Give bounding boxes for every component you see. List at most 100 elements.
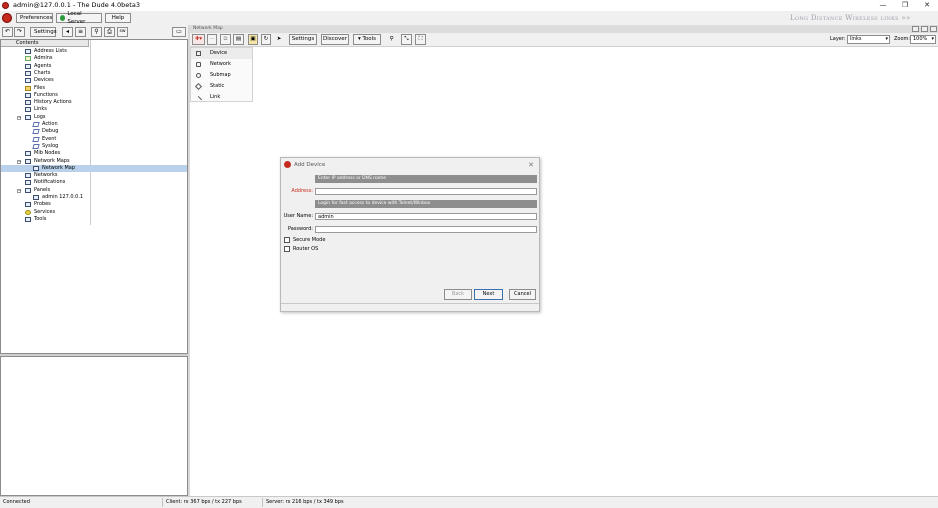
address-input[interactable] [315, 188, 537, 195]
status-separator [162, 498, 163, 507]
close-window-button[interactable]: ✕ [916, 0, 938, 11]
pointer-icon[interactable]: ➤ [274, 34, 284, 45]
tree-item-label: admin 127.0.0.1 [42, 194, 84, 200]
add-menu: Device Network Submap Static Link [190, 47, 253, 104]
tree-item-label: Devices [34, 77, 54, 84]
tree-item-charts[interactable]: Charts [1, 70, 187, 77]
discover-button[interactable]: Discover [321, 34, 349, 45]
router-os-box[interactable] [284, 246, 290, 252]
local-server-button[interactable]: Local Server [56, 11, 102, 25]
list-icon [25, 63, 31, 69]
tree-item-admins[interactable]: Admins [1, 55, 187, 62]
address-hint: Enter IP address or DNS name [315, 175, 537, 183]
add-device-item[interactable]: Device [191, 48, 252, 59]
list-view-icon[interactable]: ≡ [75, 27, 86, 37]
paste-icon[interactable]: ▤ [233, 34, 244, 45]
binoculars-icon[interactable]: ⚲ [91, 27, 102, 37]
tree-item-label: Network Maps [34, 157, 70, 164]
add-plus-icon[interactable]: ✚▾ [192, 34, 205, 45]
tree-item-probes[interactable]: Probes [1, 201, 187, 208]
preferences-button[interactable]: Preferences [16, 13, 53, 23]
map-tab-title[interactable]: Network Map [193, 25, 223, 33]
fit-icon[interactable]: ⛶ [415, 34, 426, 45]
restore-button[interactable]: ❐ [894, 0, 916, 11]
server-traffic: Server: rx 216 bps / tx 349 bps [266, 499, 344, 505]
list-icon [25, 114, 31, 120]
copy-icon[interactable]: ⧉ [220, 34, 231, 45]
tree-item-action[interactable]: Action [1, 121, 187, 128]
tree-item-tools[interactable]: Tools [1, 216, 187, 223]
add-link-item[interactable]: Link [191, 92, 252, 104]
forward-icon[interactable]: ↷ [14, 27, 25, 37]
collapse-toggle-icon[interactable]: − [17, 159, 21, 164]
tree-item-label: Probes [34, 201, 51, 208]
submap-icon [196, 73, 201, 78]
remove-icon[interactable]: ◂ [62, 27, 73, 37]
list-icon [25, 187, 31, 193]
auto-arrange-icon[interactable]: ⤡ [401, 34, 412, 45]
tree-item-event[interactable]: Event [1, 136, 187, 143]
tree-item-history-actions[interactable]: History Actions [1, 99, 187, 106]
tree-item-network-map[interactable]: Network Map [1, 164, 187, 173]
tree-item-label: Charts [34, 69, 51, 76]
tree-item-links[interactable]: Links [1, 106, 187, 113]
tree-item-label: Address Lists [34, 48, 67, 54]
gear-icon [25, 209, 31, 215]
help-button[interactable]: Help [105, 13, 131, 23]
tree-item-label: Networks [34, 172, 58, 179]
tree-item-networks[interactable]: Networks [1, 172, 187, 179]
tree-item-agents[interactable]: Agents [1, 63, 187, 70]
cancel-button[interactable]: Cancel [509, 289, 536, 300]
tree-item-debug[interactable]: Debug [1, 128, 187, 135]
map-undock-icon[interactable] [912, 26, 919, 32]
disconnect-icon[interactable] [2, 13, 12, 23]
syslog-button[interactable]: sw [117, 27, 128, 37]
collapse-toggle-icon[interactable]: − [17, 115, 21, 120]
list-icon [25, 107, 31, 113]
map-close-icon[interactable] [930, 26, 937, 32]
password-input[interactable] [315, 226, 537, 233]
panel-layout-icon[interactable]: ▭ [172, 27, 186, 37]
tree-item-admin-127-0-0-1[interactable]: admin 127.0.0.1 [1, 194, 187, 201]
back-icon[interactable]: ↶ [2, 27, 13, 37]
log-icon [32, 122, 40, 127]
tree-item-devices[interactable]: Devices [1, 77, 187, 84]
next-button[interactable]: Next [474, 289, 503, 300]
zoom-label: Zoom: [894, 36, 911, 42]
minimize-button[interactable]: — [872, 0, 894, 11]
map-binoculars-icon[interactable]: ⚲ [386, 34, 397, 45]
add-network-item[interactable]: Network [191, 59, 252, 70]
tree-item-functions[interactable]: Functions [1, 92, 187, 99]
add-submap-item[interactable]: Submap [191, 70, 252, 81]
username-input[interactable] [315, 213, 537, 220]
add-device-dialog: Add Device ✕ Enter IP address or DNS nam… [280, 157, 540, 312]
remove-item-icon[interactable]: — [207, 34, 217, 45]
secure-mode-box[interactable] [284, 237, 290, 243]
collapse-toggle-icon[interactable]: − [17, 188, 21, 193]
tree-item-address-lists[interactable]: Address Lists [1, 48, 187, 55]
contents-header[interactable]: Contents [1, 40, 89, 47]
add-static-item[interactable]: Static [191, 81, 252, 92]
client-traffic: Client: rx 367 bps / tx 227 bps [166, 499, 242, 505]
tree-item-network-maps[interactable]: − Network Maps [1, 158, 187, 165]
tree-item-mib-nodes[interactable]: Mib Nodes [1, 150, 187, 157]
tree-item-panels[interactable]: − Panels [1, 187, 187, 194]
tree-item-services[interactable]: Services [1, 209, 187, 216]
print-icon[interactable]: ⎙ [104, 27, 115, 37]
tools-dropdown-button[interactable]: ▾ Tools [353, 34, 381, 45]
left-settings-button[interactable]: Settings [30, 27, 57, 37]
layer-select[interactable]: links ▾ [847, 35, 890, 44]
tree-item-logs[interactable]: − Logs [1, 114, 187, 121]
map-settings-button[interactable]: Settings [289, 34, 317, 45]
tree-item-notifications[interactable]: Notifications [1, 179, 187, 186]
dialog-close-icon[interactable]: ✕ [528, 158, 534, 172]
list-icon [25, 180, 31, 186]
back-button[interactable]: Back [444, 289, 472, 300]
tree-item-files[interactable]: Files [1, 85, 187, 92]
map-maximize-icon[interactable] [921, 26, 928, 32]
tree-item-syslog[interactable]: Syslog [1, 143, 187, 150]
lock-icon[interactable]: ▣ [248, 34, 258, 45]
refresh-icon[interactable]: ↻ [261, 34, 271, 45]
connection-status: Connected [3, 499, 30, 505]
zoom-select[interactable]: 100% ▾ [910, 35, 936, 44]
